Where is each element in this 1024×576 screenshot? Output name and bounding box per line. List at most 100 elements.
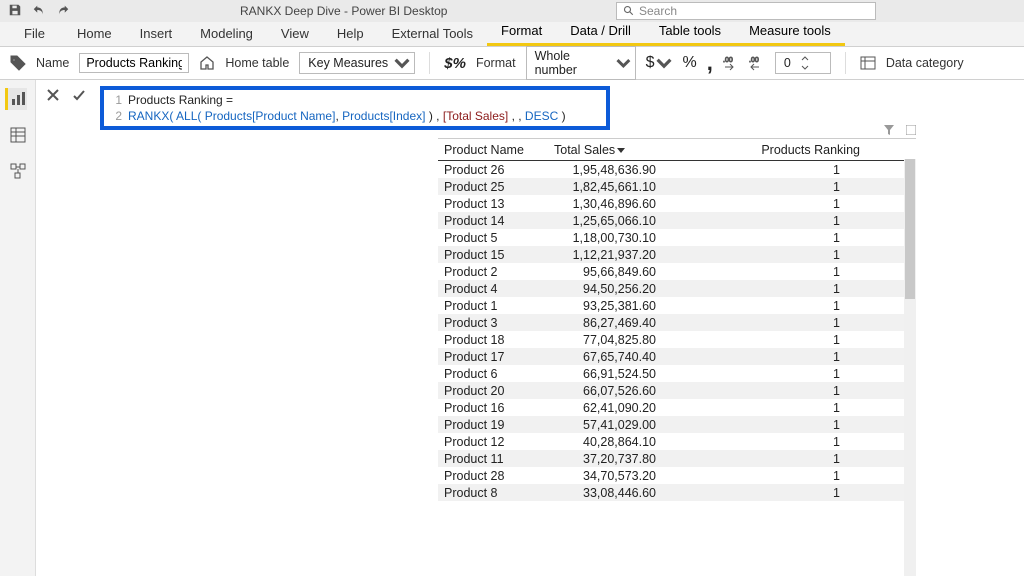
table-row[interactable]: Product 666,91,524.501 — [438, 365, 916, 382]
tab-insert[interactable]: Insert — [126, 22, 187, 46]
undo-icon[interactable] — [32, 3, 46, 20]
tab-external-tools[interactable]: External Tools — [378, 22, 487, 46]
data-view-button[interactable] — [7, 124, 29, 146]
decimals-input[interactable]: 0 — [775, 52, 831, 74]
cell-sales: 86,27,469.40 — [554, 316, 674, 330]
table-row[interactable]: Product 1767,65,740.401 — [438, 348, 916, 365]
filter-icon[interactable] — [884, 125, 894, 135]
scrollbar-thumb[interactable] — [905, 159, 915, 299]
table-header: Product Name Total Sales Products Rankin… — [438, 139, 916, 161]
comma-button[interactable]: , — [707, 50, 713, 76]
cell-product: Product 5 — [444, 231, 554, 245]
search-icon — [623, 5, 635, 17]
table-row[interactable]: Product 1137,20,737.801 — [438, 450, 916, 467]
search-box[interactable]: Search — [616, 2, 876, 20]
cell-rank: 1 — [674, 163, 910, 177]
tab-format[interactable]: Format — [487, 19, 556, 46]
table-row[interactable]: Product 2066,07,526.601 — [438, 382, 916, 399]
cell-sales: 67,65,740.40 — [554, 350, 674, 364]
tag-icon — [10, 55, 26, 71]
name-input[interactable] — [79, 53, 189, 73]
cell-rank: 1 — [674, 180, 910, 194]
table-row[interactable]: Product 151,12,21,937.201 — [438, 246, 916, 263]
search-placeholder: Search — [639, 4, 677, 18]
table-row[interactable]: Product 141,25,65,066.101 — [438, 212, 916, 229]
tab-data-drill[interactable]: Data / Drill — [556, 19, 645, 46]
cell-sales: 37,20,737.80 — [554, 452, 674, 466]
formula-text[interactable]: 1Products Ranking = 2RANKX( ALL( Product… — [104, 90, 606, 126]
formula-editor[interactable]: 1Products Ranking = 2RANKX( ALL( Product… — [100, 86, 610, 130]
cell-sales: 93,25,381.60 — [554, 299, 674, 313]
cell-sales: 1,30,46,896.60 — [554, 197, 674, 211]
report-view-button[interactable] — [5, 88, 27, 110]
table-row[interactable]: Product 1877,04,825.801 — [438, 331, 916, 348]
cell-product: Product 11 — [444, 452, 554, 466]
table-row[interactable]: Product 251,82,45,661.101 — [438, 178, 916, 195]
table-row[interactable]: Product 131,30,46,896.601 — [438, 195, 916, 212]
col-products-ranking[interactable]: Products Ranking — [674, 143, 910, 157]
svg-text:.00: .00 — [749, 57, 759, 64]
cell-sales: 57,41,029.00 — [554, 418, 674, 432]
cell-sales: 66,91,524.50 — [554, 367, 674, 381]
cell-sales: 1,12,21,937.20 — [554, 248, 674, 262]
home-table-select[interactable]: Key Measures — [299, 52, 415, 74]
tab-file[interactable]: File — [10, 22, 63, 46]
table-row[interactable]: Product 494,50,256.201 — [438, 280, 916, 297]
tab-home[interactable]: Home — [63, 22, 126, 46]
chevron-down-icon — [656, 55, 672, 71]
table-row[interactable]: Product 1240,28,864.101 — [438, 433, 916, 450]
cell-sales: 33,08,446.60 — [554, 486, 674, 500]
cell-rank: 1 — [674, 316, 910, 330]
commit-formula-button[interactable] — [70, 86, 88, 104]
save-icon[interactable] — [8, 3, 22, 20]
cell-product: Product 28 — [444, 469, 554, 483]
table-row[interactable]: Product 1957,41,029.001 — [438, 416, 916, 433]
table-row[interactable]: Product 295,66,849.601 — [438, 263, 916, 280]
cell-product: Product 12 — [444, 435, 554, 449]
table-row[interactable]: Product 833,08,446.601 — [438, 484, 916, 501]
percent-button[interactable]: % — [682, 54, 696, 72]
separator — [429, 52, 430, 74]
cell-rank: 1 — [674, 469, 910, 483]
model-view-button[interactable] — [7, 160, 29, 182]
cell-rank: 1 — [674, 418, 910, 432]
table-row[interactable]: Product 51,18,00,730.101 — [438, 229, 916, 246]
increase-decimals-button[interactable]: .00 — [723, 55, 739, 71]
cell-rank: 1 — [674, 486, 910, 500]
redo-icon[interactable] — [56, 3, 70, 20]
view-rail — [0, 80, 36, 576]
col-product-name[interactable]: Product Name — [444, 143, 554, 157]
table-row[interactable]: Product 193,25,381.601 — [438, 297, 916, 314]
cell-rank: 1 — [674, 401, 910, 415]
cell-rank: 1 — [674, 350, 910, 364]
cell-product: Product 8 — [444, 486, 554, 500]
table-row[interactable]: Product 261,95,48,636.901 — [438, 161, 916, 178]
focus-icon[interactable] — [906, 125, 916, 135]
cancel-formula-button[interactable] — [44, 86, 62, 104]
cell-product: Product 26 — [444, 163, 554, 177]
cell-product: Product 15 — [444, 248, 554, 262]
table-visual[interactable]: Product Name Total Sales Products Rankin… — [438, 138, 916, 576]
col-total-sales[interactable]: Total Sales — [554, 143, 674, 157]
cell-rank: 1 — [674, 197, 910, 211]
tab-modeling[interactable]: Modeling — [186, 22, 267, 46]
cell-product: Product 6 — [444, 367, 554, 381]
tab-view[interactable]: View — [267, 22, 323, 46]
tab-help[interactable]: Help — [323, 22, 378, 46]
currency-button[interactable]: $ — [646, 54, 673, 72]
tab-measure-tools[interactable]: Measure tools — [735, 19, 845, 46]
ribbon: Name Home table Key Measures $% Format W… — [0, 47, 1024, 80]
cell-sales: 40,28,864.10 — [554, 435, 674, 449]
format-select[interactable]: Whole number — [526, 46, 636, 80]
table-row[interactable]: Product 2834,70,573.201 — [438, 467, 916, 484]
ribbon-tabs: File Home Insert Modeling View Help Exte… — [0, 22, 1024, 47]
cell-rank: 1 — [674, 452, 910, 466]
tab-table-tools[interactable]: Table tools — [645, 19, 735, 46]
cell-sales: 1,25,65,066.10 — [554, 214, 674, 228]
cell-rank: 1 — [674, 333, 910, 347]
data-category-label: Data category — [886, 56, 964, 70]
table-row[interactable]: Product 1662,41,090.201 — [438, 399, 916, 416]
format-prefix-icon: $% — [444, 55, 466, 72]
table-row[interactable]: Product 386,27,469.401 — [438, 314, 916, 331]
decrease-decimals-button[interactable]: .00 — [749, 55, 765, 71]
